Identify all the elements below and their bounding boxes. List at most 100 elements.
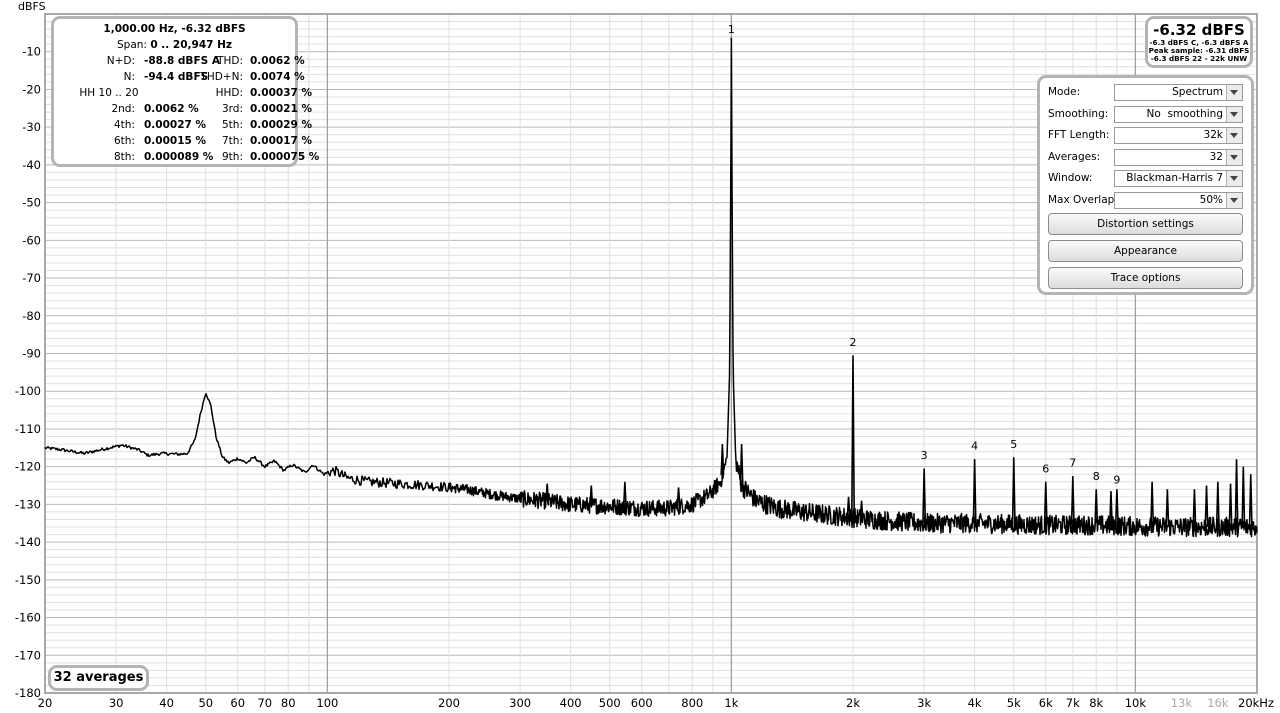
chevron-down-icon[interactable] xyxy=(1226,128,1242,143)
smoothing-label: Smoothing: xyxy=(1048,107,1109,120)
x-tick-label: 600 xyxy=(631,696,653,710)
level-readout-panel: -6.32 dBFS -6.3 dBFS C, -6.3 dBFS A Peak… xyxy=(1145,16,1253,68)
y-tick-label: -110 xyxy=(15,422,41,436)
distortion-settings-button[interactable]: Distortion settings xyxy=(1048,213,1243,235)
stat-label: 7th: xyxy=(222,135,243,147)
averages-badge: 32 averages xyxy=(48,665,149,691)
chevron-down-icon[interactable] xyxy=(1226,171,1242,186)
stat-label: HHD: xyxy=(215,87,243,99)
window-value: Blackman-Harris 7 xyxy=(1126,172,1223,184)
y-tick-label: -90 xyxy=(22,347,41,361)
stat-label: 4th: xyxy=(114,119,135,131)
x-tick-label: 300 xyxy=(509,696,531,710)
spectrum-spike xyxy=(1241,466,1246,528)
fft-length-select[interactable]: 32k xyxy=(1114,127,1243,144)
y-tick-label: -100 xyxy=(15,384,41,398)
chevron-down-icon[interactable] xyxy=(1226,106,1242,122)
y-tick-label: -150 xyxy=(15,573,41,587)
stat-label: N: xyxy=(123,71,135,83)
window-select[interactable]: Blackman-Harris 7 xyxy=(1114,170,1243,187)
harmonic-marker: 9 xyxy=(1113,474,1120,487)
harmonic-marker: 3 xyxy=(921,449,928,462)
x-tick-label: 13k xyxy=(1171,696,1193,710)
controls-panel: Mode: Spectrum Smoothing: No smoothing F… xyxy=(1037,75,1254,295)
span-readout: Span: 0 .. 20,947 Hz xyxy=(54,37,295,53)
x-tick-label: 200 xyxy=(438,696,460,710)
spectrum-spike xyxy=(739,444,744,486)
y-tick-label: -160 xyxy=(15,611,41,625)
x-tick-label: 80 xyxy=(281,696,296,710)
smoothing-select[interactable]: No smoothing xyxy=(1114,105,1243,123)
y-tick-label: -130 xyxy=(15,497,41,511)
fft-length-value: 32k xyxy=(1203,129,1223,141)
harmonic-marker: 5 xyxy=(1010,438,1017,451)
level-value: -6.32 dBFS xyxy=(1153,21,1245,39)
averages-row: Averages: 32 xyxy=(1048,148,1243,167)
x-tick-label: 6k xyxy=(1039,696,1053,710)
y-tick-label: -170 xyxy=(15,648,41,662)
averages-select[interactable]: 32 xyxy=(1114,148,1243,166)
x-tick-label: 4k xyxy=(968,696,982,710)
stats-row: HH 10 .. 20 HHD: 0.00037 % xyxy=(54,85,312,101)
x-tick-label: 40 xyxy=(159,696,174,710)
stat-label: 9th: xyxy=(222,151,243,163)
harmonic-marker: 2 xyxy=(850,336,857,349)
y-tick-label: -10 xyxy=(22,45,41,59)
stat-value: 0.00021 % xyxy=(250,103,313,115)
harmonic-marker: 7 xyxy=(1069,457,1076,470)
chevron-down-icon[interactable] xyxy=(1226,149,1242,165)
x-tick-label: 70 xyxy=(257,696,272,710)
stat-label: 3rd: xyxy=(221,103,243,115)
harmonic-marker: 6 xyxy=(1042,462,1049,475)
max-overlap-value: 50% xyxy=(1199,193,1223,206)
y-tick-label: -140 xyxy=(15,535,41,549)
max-overlap-select[interactable]: 50% xyxy=(1114,191,1243,209)
stat-label: THD: xyxy=(217,55,243,67)
x-tick-label: 20 xyxy=(38,696,53,710)
x-tick-label: 500 xyxy=(599,696,621,710)
stat-value: 0.00027 % xyxy=(144,119,207,131)
stats-row: 2nd: 0.0062 % 3rd: 0.00021 % xyxy=(54,101,312,117)
stat-label: 2nd: xyxy=(111,103,135,115)
y-tick-label: -40 xyxy=(22,158,41,172)
stat-value: 0.0074 % xyxy=(250,71,305,83)
x-tick-label: 30 xyxy=(109,696,124,710)
x-tick-label: 8k xyxy=(1089,696,1103,710)
averages-label: Averages: xyxy=(1048,150,1101,163)
chevron-down-icon[interactable] xyxy=(1226,85,1242,100)
x-tick-label: 800 xyxy=(681,696,703,710)
span-value: 0 .. 20,947 Hz xyxy=(150,39,232,51)
mode-select[interactable]: Spectrum xyxy=(1114,84,1243,101)
y-tick-label: -60 xyxy=(22,233,41,247)
appearance-button[interactable]: Appearance xyxy=(1048,240,1243,262)
spectrum-spike xyxy=(1165,489,1170,527)
y-tick-label: -80 xyxy=(22,309,41,323)
window-row: Window: Blackman-Harris 7 xyxy=(1048,170,1243,188)
stats-row: 4th: 0.00027 % 5th: 0.00029 % xyxy=(54,117,312,133)
stat-value: 0.0062 % xyxy=(144,103,199,115)
y-tick-label: -50 xyxy=(22,196,41,210)
stat-label: 6th: xyxy=(114,135,135,147)
distortion-stats-panel: 1,000.00 Hz, -6.32 dBFS Span: 0 .. 20,94… xyxy=(51,16,319,167)
x-tick-label: 20kHz xyxy=(1238,696,1274,710)
fft-length-row: FFT Length: 32k xyxy=(1048,127,1243,145)
x-tick-label: 16k xyxy=(1207,696,1229,710)
stat-label: N+D: xyxy=(106,55,135,67)
spectrum-spike xyxy=(1228,483,1233,528)
spectrum-spike xyxy=(1204,485,1209,528)
y-tick-label: -20 xyxy=(22,82,41,96)
harmonic-marker: 1 xyxy=(728,23,735,36)
stat-value: 0.00017 % xyxy=(250,135,313,147)
stats-row: 6th: 0.00015 % 7th: 0.00017 % xyxy=(54,133,312,149)
stat-value: 0.00029 % xyxy=(250,119,313,131)
trace-options-button[interactable]: Trace options xyxy=(1048,267,1243,289)
chevron-down-icon[interactable] xyxy=(1226,192,1242,208)
mode-value: Spectrum xyxy=(1172,86,1223,98)
stat-label: 5th: xyxy=(222,119,243,131)
span-label: Span: xyxy=(117,39,147,51)
x-tick-label: 60 xyxy=(230,696,245,710)
stat-value: 0.000089 % xyxy=(144,151,214,163)
y-tick-label: -30 xyxy=(22,120,41,134)
harmonic-range-label: HH 10 .. 20 xyxy=(79,87,139,99)
x-tick-label: 100 xyxy=(316,696,338,710)
